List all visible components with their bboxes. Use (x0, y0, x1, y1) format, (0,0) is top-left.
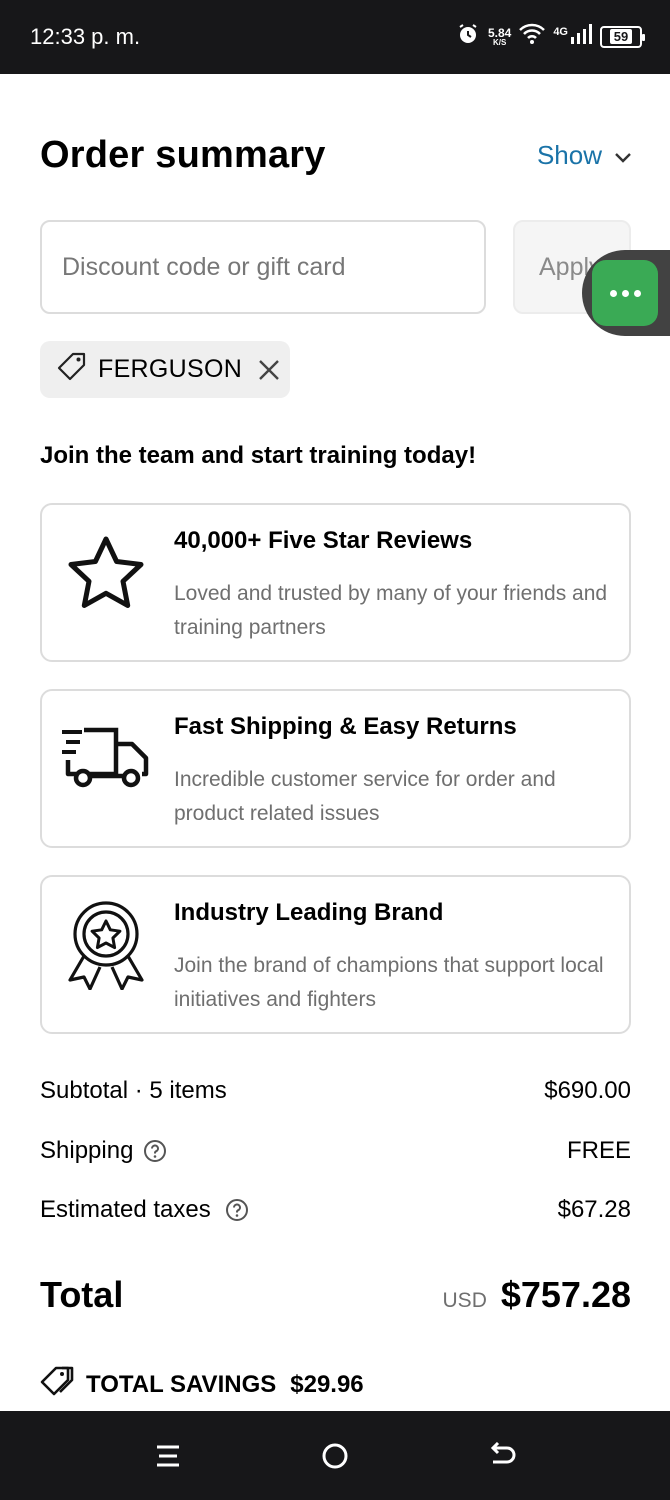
menu-icon (157, 1445, 179, 1467)
total-label: Total (40, 1274, 124, 1315)
tag-icon (40, 1366, 74, 1403)
alarm-icon (456, 22, 480, 51)
truck-icon (60, 713, 152, 805)
back-arrow-icon (490, 1442, 516, 1464)
savings-value: $29.96 (290, 1370, 364, 1398)
card-description: Join the brand of champions that support… (174, 954, 604, 1011)
award-ribbon-icon (60, 899, 152, 991)
promo-heading: Join the team and start training today! (40, 442, 477, 469)
system-nav-bar (0, 1411, 670, 1500)
shipping-label: Shipping (40, 1137, 134, 1164)
network-speed: 5.84 K/S (488, 27, 511, 47)
star-icon (60, 527, 152, 619)
show-label: Show (536, 140, 602, 170)
subtotal-label: Subtotal · 5 items (40, 1077, 227, 1104)
shipping-value: FREE (566, 1137, 631, 1164)
taxes-row: Estimated taxes $67.28 (40, 1196, 631, 1224)
discount-code-label: FERGUSON (98, 355, 243, 383)
card-description: Incredible customer service for order an… (174, 768, 556, 825)
card-title: Industry Leading Brand (174, 899, 444, 926)
recent-apps-button[interactable] (153, 1441, 183, 1471)
page-title: Order summary (40, 134, 326, 176)
benefit-card-shipping: Fast Shipping & Easy Returns Incredible … (40, 689, 631, 848)
close-icon (259, 359, 279, 380)
card-description: Loved and trusted by many of your friend… (174, 582, 608, 639)
total-savings: TOTAL SAVINGS $29.96 (40, 1366, 364, 1403)
network-speed-unit: K/S (492, 37, 507, 47)
tag-icon (56, 351, 88, 388)
battery-level: 59 (609, 29, 633, 44)
benefit-card-reviews: 40,000+ Five Star Reviews Loved and trus… (40, 503, 631, 662)
taxes-label-group: Estimated taxes (40, 1196, 249, 1224)
status-bar: 12:33 p. m. 5.84 K/S 4G 59 (0, 0, 670, 74)
taxes-label: Estimated taxes (40, 1196, 211, 1223)
home-button[interactable] (320, 1441, 350, 1471)
currency-code: USD (442, 1289, 487, 1312)
total-amount-group: USD $757.28 (443, 1274, 631, 1316)
chat-button[interactable] (592, 260, 658, 326)
network-type: 4G (553, 25, 568, 38)
more-dots-icon (609, 289, 617, 297)
total-row: Total USD $757.28 (40, 1274, 631, 1316)
subtotal-row: Subtotal · 5 items $690.00 (40, 1077, 631, 1105)
chevron-down-icon (614, 140, 632, 171)
back-button[interactable] (488, 1441, 518, 1471)
subtotal-value: $690.00 (544, 1077, 631, 1104)
total-amount: $757.28 (500, 1274, 631, 1315)
card-title: 40,000+ Five Star Reviews (174, 527, 473, 554)
chat-widget (582, 250, 670, 336)
status-time: 12:33 p. m. (30, 24, 141, 49)
remove-discount-button[interactable] (258, 359, 280, 381)
benefit-card-brand: Industry Leading Brand Join the brand of… (40, 875, 631, 1034)
status-icons: 5.84 K/S 4G 59 (456, 22, 645, 51)
applied-discount-chip: FERGUSON (40, 341, 290, 398)
home-circle-icon (322, 1443, 348, 1469)
more-dots-icon (633, 289, 641, 297)
help-icon[interactable] (143, 1139, 167, 1163)
battery-icon: 59 (600, 25, 645, 48)
discount-code-input[interactable] (40, 220, 486, 314)
savings-label: TOTAL SAVINGS (86, 1370, 277, 1398)
show-order-toggle[interactable]: Show (537, 140, 632, 171)
more-dots-icon (621, 289, 629, 297)
taxes-value: $67.28 (557, 1196, 631, 1223)
help-icon[interactable] (225, 1198, 249, 1222)
shipping-label-group: Shipping (40, 1137, 167, 1165)
network-speed-value: 5.84 (487, 25, 512, 40)
shipping-row: Shipping FREE (40, 1137, 631, 1165)
card-title: Fast Shipping & Easy Returns (174, 713, 517, 740)
wifi-icon (519, 23, 546, 50)
signal-icon (570, 23, 592, 50)
